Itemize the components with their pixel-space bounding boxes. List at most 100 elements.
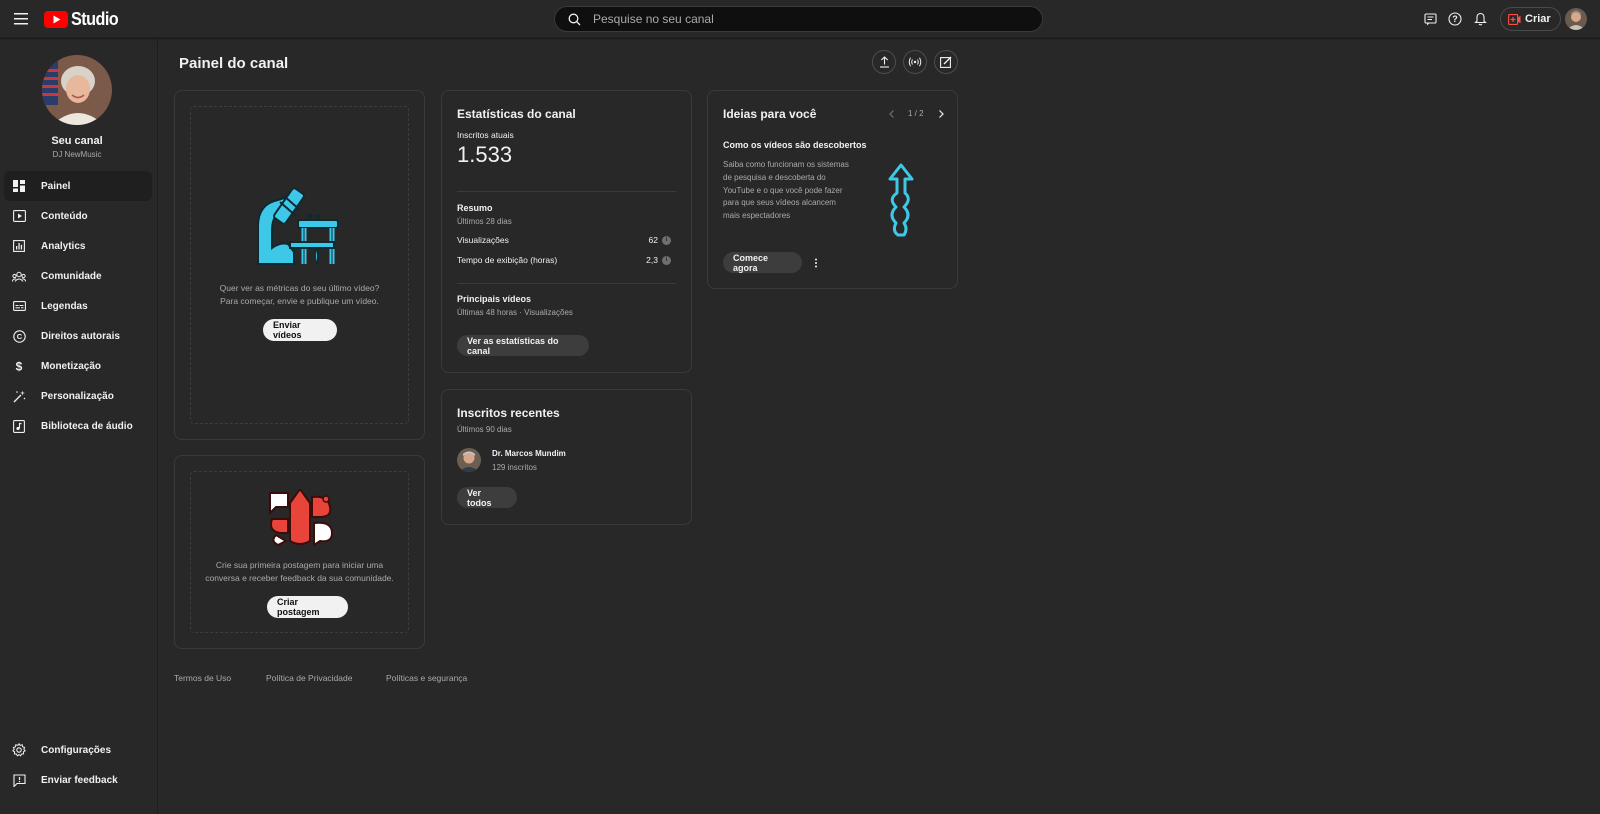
go-live-button[interactable] bbox=[903, 50, 927, 74]
idea-text-line: de pesquisa e descoberta do bbox=[723, 172, 826, 182]
more-options-icon[interactable] bbox=[809, 255, 823, 271]
sidebar-item-personalizacao[interactable]: Personalização bbox=[4, 381, 152, 411]
post-empty-area: Crie sua primeira postagem para iniciar … bbox=[190, 471, 409, 633]
magic-wand-icon bbox=[12, 389, 26, 403]
feedback-icon bbox=[12, 773, 26, 787]
sidebar-item-label: Conteúdo bbox=[41, 210, 88, 222]
sidebar-item-monetizacao[interactable]: $ Monetização bbox=[4, 351, 152, 381]
upload-videos-button[interactable]: Enviar vídeos bbox=[263, 319, 337, 341]
dollar-icon: $ bbox=[12, 359, 26, 374]
svg-text:?: ? bbox=[1452, 14, 1458, 24]
top-videos-subtitle: Últimas 48 horas · Visualizações bbox=[457, 308, 573, 317]
help-icon[interactable]: ? bbox=[1445, 9, 1465, 29]
upload-dropzone: Quer ver as métricas do seu último vídeo… bbox=[190, 106, 409, 424]
subscriber-avatar[interactable] bbox=[457, 448, 481, 472]
copyright-icon: C bbox=[12, 329, 26, 343]
create-video-icon bbox=[1508, 13, 1521, 25]
ideas-card: Ideias para você 1 / 2 Como os vídeos sã… bbox=[707, 90, 958, 289]
sidebar-item-legendas[interactable]: Legendas bbox=[4, 291, 152, 321]
page-title: Painel do canal bbox=[179, 55, 289, 72]
studio-logo[interactable]: Studio bbox=[44, 9, 123, 30]
see-all-subscribers-button[interactable]: Ver todos bbox=[457, 487, 517, 508]
idea-title: Como os vídeos são descobertos bbox=[723, 140, 867, 150]
svg-text:C: C bbox=[16, 332, 22, 341]
search-box[interactable] bbox=[554, 6, 1043, 32]
community-illustration bbox=[266, 489, 336, 547]
stat-row-views: Visualizações 62 i bbox=[457, 235, 671, 245]
info-icon[interactable]: i bbox=[662, 255, 671, 265]
sidebar-item-label: Comunidade bbox=[41, 270, 102, 282]
sidebar: Seu canal DJ NewMusic Painel Conteúdo An… bbox=[0, 38, 158, 814]
idea-text-line: YouTube e o que você pode fazer bbox=[723, 185, 843, 195]
sidebar-item-conteudo[interactable]: Conteúdo bbox=[4, 201, 152, 231]
recent-subscribers-card: Inscritos recentes Últimos 90 dias Dr. M… bbox=[441, 389, 692, 525]
notifications-bell-icon[interactable] bbox=[1470, 9, 1490, 29]
ideas-card-title: Ideias para você bbox=[723, 107, 817, 121]
sidebar-item-enviar-feedback[interactable]: Enviar feedback bbox=[4, 765, 152, 795]
create-post-cta-button[interactable]: Criar postagem bbox=[267, 596, 348, 618]
current-subscribers-label: Inscritos atuais bbox=[457, 130, 514, 140]
upload-icon bbox=[879, 56, 889, 68]
sidebar-item-configuracoes[interactable]: Configurações bbox=[4, 735, 152, 765]
community-icon bbox=[12, 269, 26, 283]
upload-video-card: Quer ver as métricas do seu último vídeo… bbox=[174, 90, 425, 440]
microscope-illustration bbox=[254, 186, 346, 268]
recent-subscribers-title: Inscritos recentes bbox=[457, 406, 560, 420]
subtitles-icon bbox=[12, 299, 26, 313]
sidebar-item-label: Enviar feedback bbox=[41, 774, 118, 786]
stat-value: 2,3 bbox=[646, 255, 658, 265]
idea-text-line: mais espectadores bbox=[723, 211, 791, 221]
sidebar-item-label: Configurações bbox=[41, 744, 112, 756]
menu-icon[interactable] bbox=[10, 8, 32, 30]
create-post-button[interactable] bbox=[934, 50, 958, 74]
search-input[interactable] bbox=[593, 12, 1013, 26]
sidebar-item-biblioteca-de-audio[interactable]: Biblioteca de áudio bbox=[4, 411, 152, 441]
summary-period: Últimos 28 dias bbox=[457, 217, 512, 226]
stat-label: Tempo de exibição (horas) bbox=[457, 255, 558, 265]
dashboard-icon bbox=[12, 179, 26, 193]
channel-avatar[interactable] bbox=[42, 55, 112, 125]
channel-title: Seu canal bbox=[51, 135, 103, 147]
upload-prompt-line1: Quer ver as métricas do seu último vídeo… bbox=[219, 283, 380, 293]
upload-prompt-line2: Para começar, envie e publique um vídeo. bbox=[220, 296, 379, 306]
sidebar-item-direitos-autorais[interactable]: C Direitos autorais bbox=[4, 321, 152, 351]
stat-label: Visualizações bbox=[457, 235, 509, 245]
logo-text: Studio bbox=[71, 9, 119, 29]
post-prompt-line2: conversa e receber feedback da sua comun… bbox=[205, 573, 394, 583]
sidebar-item-painel[interactable]: Painel bbox=[4, 171, 152, 201]
sidebar-bottom: Configurações Enviar feedback bbox=[4, 735, 152, 795]
edit-post-icon bbox=[940, 56, 952, 68]
view-channel-stats-button[interactable]: Ver as estatísticas do canal bbox=[457, 335, 589, 356]
sidebar-item-label: Personalização bbox=[41, 390, 114, 402]
current-subscribers-value: 1.533 bbox=[457, 142, 513, 167]
channel-stats-card: Estatísticas do canal Inscritos atuais 1… bbox=[441, 90, 692, 373]
chevron-right-icon[interactable] bbox=[936, 109, 946, 119]
community-post-card: Crie sua primeira postagem para iniciar … bbox=[174, 455, 425, 649]
chevron-left-icon[interactable] bbox=[887, 109, 897, 119]
top-videos-title: Principais vídeos bbox=[457, 294, 532, 304]
divider bbox=[457, 191, 676, 192]
idea-description: Saiba como funcionam os sistemas de pesq… bbox=[723, 159, 863, 223]
subscriber-name[interactable]: Dr. Marcos Mundim bbox=[492, 449, 566, 458]
post-prompt-line1: Crie sua primeira postagem para iniciar … bbox=[215, 560, 384, 570]
sidebar-item-label: Monetização bbox=[41, 360, 102, 372]
create-button[interactable]: Criar bbox=[1500, 7, 1561, 31]
footer-link-terms[interactable]: Termos de Uso bbox=[174, 673, 231, 683]
footer-link-policies[interactable]: Políticas e segurança bbox=[386, 673, 467, 683]
search-icon[interactable] bbox=[555, 7, 593, 31]
sidebar-item-analytics[interactable]: Analytics bbox=[4, 231, 152, 261]
divider bbox=[457, 283, 676, 284]
svg-text:$: $ bbox=[16, 360, 23, 374]
upload-button[interactable] bbox=[872, 50, 896, 74]
account-avatar[interactable] bbox=[1565, 8, 1587, 30]
idea-text-line: para que seus vídeos alcancem bbox=[723, 198, 836, 208]
subscriber-count: 129 inscritos bbox=[492, 463, 537, 472]
summary-title: Resumo bbox=[457, 203, 493, 213]
sidebar-item-label: Direitos autorais bbox=[41, 330, 120, 342]
info-icon[interactable]: i bbox=[662, 235, 671, 245]
feedback-messages-icon[interactable] bbox=[1420, 9, 1440, 29]
start-now-button[interactable]: Comece agora bbox=[723, 252, 802, 273]
sidebar-item-comunidade[interactable]: Comunidade bbox=[4, 261, 152, 291]
footer-link-privacy[interactable]: Política de Privacidade bbox=[266, 673, 352, 683]
idea-text-line: Saiba como funcionam os sistemas bbox=[723, 160, 849, 169]
